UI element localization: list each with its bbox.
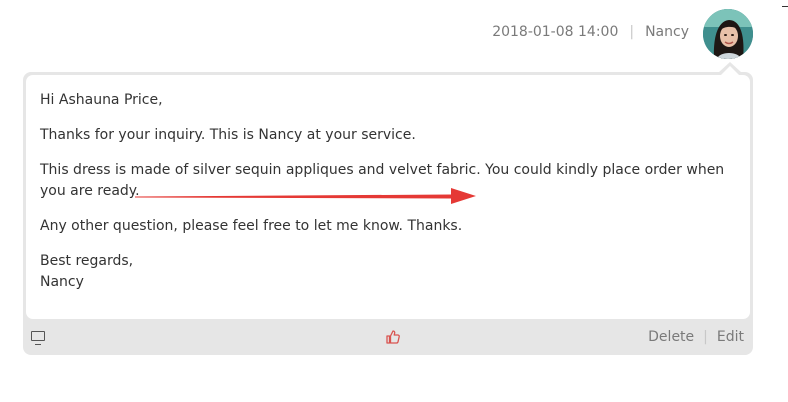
message-line-1: Thanks for your inquiry. This is Nancy a… bbox=[40, 127, 416, 143]
message-meta: 2018-01-08 14:00 | Nancy bbox=[492, 24, 689, 40]
message-closing-block: Best regards, Nancy bbox=[40, 251, 740, 293]
thumbs-up-glyph bbox=[386, 330, 400, 344]
red-arrow-annotation bbox=[135, 188, 476, 204]
meta-separator: | bbox=[629, 24, 635, 40]
avatar[interactable] bbox=[703, 9, 753, 59]
thumbs-up-icon[interactable] bbox=[385, 329, 401, 345]
author-name[interactable]: Nancy bbox=[645, 24, 689, 40]
actions-separator: | bbox=[703, 329, 708, 345]
message-actions: Delete | Edit bbox=[648, 329, 744, 345]
corner-mark bbox=[782, 6, 788, 7]
edit-link[interactable]: Edit bbox=[717, 329, 744, 345]
message-signature: Nancy bbox=[40, 274, 84, 290]
message-line-3: Any other question, please feel free to … bbox=[40, 218, 463, 234]
message-page: 2018-01-08 14:00 | Nancy Hi Ashauna Pric… bbox=[0, 0, 788, 402]
message-footer: Delete | Edit bbox=[23, 322, 753, 352]
bubble-pointer-inner bbox=[721, 66, 739, 75]
monitor-icon bbox=[31, 331, 45, 345]
message-greeting: Hi Ashauna Price, bbox=[40, 92, 163, 108]
message-closing: Best regards, bbox=[40, 253, 134, 269]
delete-link[interactable]: Delete bbox=[648, 329, 694, 345]
avatar-portrait bbox=[703, 9, 753, 59]
message-datetime: 2018-01-08 14:00 bbox=[492, 24, 619, 40]
